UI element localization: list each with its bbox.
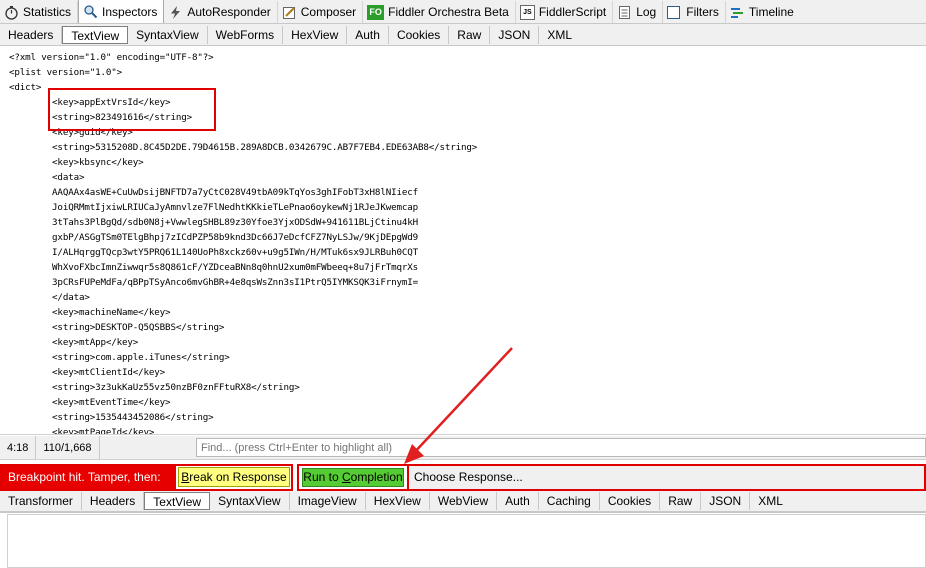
tab-hexview[interactable]: HexView [366, 492, 430, 510]
cursor-position: 4:18 [0, 435, 37, 460]
find-input[interactable] [196, 438, 926, 457]
tab-label: Fiddler Orchestra Beta [388, 5, 509, 19]
button-label-rest: ompletion [350, 470, 403, 484]
pencil-icon [282, 5, 297, 20]
tab-inspectors[interactable]: Inspectors [78, 0, 165, 23]
tab-label: Filters [686, 5, 719, 19]
code-line: <string>3z3ukKaUz55vz50nzBF0znFFtuRX8</s… [9, 382, 300, 393]
checkbox-icon [667, 5, 681, 19]
code-line: I/ALHqrggTQcp3wtY5PRQ61L140UoPh8xckz60v+… [9, 247, 418, 258]
tab-syntaxview[interactable]: SyntaxView [128, 25, 208, 44]
tab-auth[interactable]: Auth [497, 492, 539, 510]
code-line: <string>DESKTOP-Q5QSBBS</string> [9, 322, 225, 333]
tab-json[interactable]: JSON [701, 492, 751, 510]
code-line: AAQAAx4asWE+CuUwDsijBNFTD7a7yCtC028V49tb… [9, 187, 418, 198]
code-line: <key>mtClientId</key> [9, 367, 166, 378]
code-line: <string>com.apple.iTunes</string> [9, 352, 230, 363]
js-icon: JS [519, 4, 535, 20]
tab-composer[interactable]: Composer [278, 1, 364, 23]
tab-caching[interactable]: Caching [539, 492, 600, 510]
button-label: reak on Response [189, 470, 287, 484]
tab-fiddlerscript[interactable]: JS FiddlerScript [516, 1, 614, 23]
hotkey-letter: C [342, 470, 351, 484]
tab-syntaxview[interactable]: SyntaxView [210, 492, 290, 510]
tab-webview[interactable]: WebView [430, 492, 498, 510]
annotation-highlight-box [48, 88, 216, 131]
response-body-panel [0, 512, 926, 568]
tab-label: Log [636, 5, 657, 19]
tab-cookies[interactable]: Cookies [389, 25, 450, 44]
code-line: </data> [9, 292, 90, 303]
code-line: 3pCRsFUPeMdFa/qBPpTSyAnco6mvGhBR+4e8qsWs… [9, 277, 418, 288]
run-annotation-box: Run to Completion [297, 464, 409, 491]
tab-fiddler-orchestra[interactable]: FO Fiddler Orchestra Beta [363, 1, 516, 23]
breakpoint-message: Breakpoint hit. Tamper, then: [2, 466, 176, 489]
tab-label: Timeline [748, 5, 794, 19]
code-line: <plist version="1.0"> [9, 67, 123, 78]
tab-autoresponder[interactable]: AutoResponder [164, 1, 278, 23]
tab-statistics[interactable]: Statistics [0, 1, 79, 23]
tab-label: Statistics [23, 5, 72, 19]
response-view-tabs: Transformer Headers TextView SyntaxView … [0, 491, 926, 512]
tab-label: Composer [300, 5, 357, 19]
response-text-area[interactable] [7, 514, 926, 568]
tab-imageview[interactable]: ImageView [290, 492, 366, 510]
code-line: 3tTahs3PlBgQd/sdb0N8j+VwwlegSHBL89z30Yfo… [9, 217, 418, 228]
stopwatch-icon [4, 5, 19, 20]
tab-timeline[interactable]: Timeline [726, 1, 800, 23]
fo-icon: FO [367, 4, 385, 20]
code-line: <string>1535443452086</string> [9, 412, 214, 423]
code-line: <data> [9, 172, 85, 183]
choose-response-dropdown[interactable]: Choose Response... [409, 464, 926, 491]
tab-cookies[interactable]: Cookies [600, 492, 661, 510]
tab-log[interactable]: Log [613, 1, 664, 23]
tab-xml[interactable]: XML [750, 492, 791, 510]
tab-raw[interactable]: Raw [660, 492, 702, 510]
timeline-icon [730, 5, 745, 20]
break-on-response-button[interactable]: Break on Response [178, 467, 290, 487]
code-line: JoiQRMmtIjxiwLRIUCaJyAmnvlze7FlNedhtKKki… [9, 202, 418, 213]
tab-raw[interactable]: Raw [449, 25, 491, 44]
code-line: <key>kbsync</key> [9, 157, 144, 168]
code-line: <key>mtApp</key> [9, 337, 139, 348]
top-tab-strip: Statistics Inspectors AutoResponder Comp… [0, 0, 926, 24]
tab-transformer[interactable]: Transformer [0, 492, 82, 510]
code-line: WhXvoFXbcImnZiwwqr5s8Q861cF/YZDceaBNn8q0… [9, 262, 418, 273]
tab-json[interactable]: JSON [490, 25, 540, 44]
code-line: <string>5315208D.8C45D2DE.79D4615B.289A8… [9, 142, 478, 153]
code-line: <key>machineName</key> [9, 307, 171, 318]
breakpoint-bar: Breakpoint hit. Tamper, then: Break on R… [0, 464, 926, 491]
tab-headers[interactable]: Headers [0, 25, 63, 44]
tab-filters[interactable]: Filters [663, 1, 726, 23]
tab-textview[interactable]: TextView [144, 492, 211, 510]
tab-label: FiddlerScript [538, 5, 607, 19]
request-view-tabs: Headers TextView SyntaxView WebForms Hex… [0, 24, 926, 46]
tab-xml[interactable]: XML [539, 26, 580, 44]
tab-label: Inspectors [102, 4, 158, 19]
magnifier-icon [83, 4, 98, 19]
code-line: <?xml version="1.0" encoding="UTF-8"?> [9, 52, 214, 63]
code-line: gxbP/ASGgTSm0TElgBhpj7zICdPZP58b9knd3Dc6… [9, 232, 418, 243]
tab-textview[interactable]: TextView [62, 25, 129, 44]
button-label-prefix: Run to [303, 470, 342, 484]
tab-webforms[interactable]: WebForms [208, 25, 284, 44]
tab-hexview[interactable]: HexView [283, 25, 348, 44]
status-bar: 4:18 110/1,668 [0, 435, 926, 460]
char-count: 110/1,668 [36, 435, 100, 460]
log-icon [617, 5, 632, 20]
code-line: <key>mtPageId</key> [9, 427, 155, 435]
tab-auth[interactable]: Auth [347, 25, 389, 44]
code-line: <key>mtEventTime</key> [9, 397, 171, 408]
tab-headers[interactable]: Headers [82, 492, 145, 510]
lightning-icon [168, 5, 183, 20]
run-to-completion-button[interactable]: Run to Completion [302, 468, 404, 487]
tab-label: AutoResponder [187, 5, 271, 19]
